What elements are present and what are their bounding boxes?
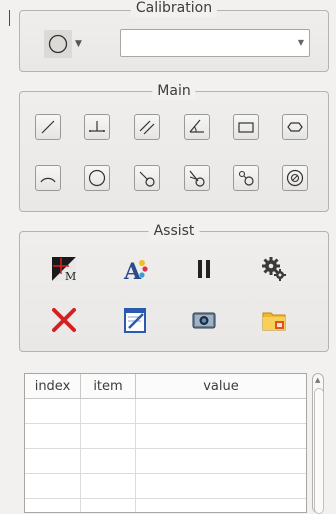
rectangle-tool[interactable] — [233, 114, 259, 140]
parallel-tool[interactable] — [134, 114, 160, 140]
delete-tool[interactable] — [49, 305, 79, 335]
assist-title: Assist — [148, 222, 200, 240]
hexagon-tool[interactable] — [282, 114, 308, 140]
cell-item[interactable] — [81, 399, 136, 423]
svg-text:M: M — [65, 270, 76, 283]
main-title: Main — [152, 82, 196, 100]
settings-tool[interactable] — [259, 254, 289, 284]
table-scrollbar[interactable]: ▲ — [312, 373, 324, 514]
calibration-title: Calibration — [130, 0, 218, 17]
rectangle-icon — [238, 122, 254, 133]
arc-tool[interactable] — [35, 165, 61, 191]
pause-tool[interactable] — [189, 254, 219, 284]
marker-m-icon: M — [52, 257, 76, 283]
table-row[interactable] — [25, 424, 306, 449]
edit-tool[interactable] — [120, 305, 150, 335]
parallel-lines-icon — [139, 120, 155, 135]
column-header-index[interactable]: index — [25, 374, 81, 398]
camera-icon — [192, 312, 216, 329]
notepad-edit-icon — [124, 308, 146, 333]
hexagon-icon — [287, 122, 303, 132]
scrollbar-thumb[interactable] — [314, 388, 324, 514]
circle-icon — [48, 34, 68, 54]
cell-item[interactable] — [81, 424, 136, 448]
cell-value[interactable] — [136, 499, 306, 512]
table-row[interactable] — [25, 449, 306, 474]
cell-value[interactable] — [136, 449, 306, 473]
circle-icon — [88, 169, 106, 187]
cell-index[interactable] — [25, 449, 81, 473]
assist-group: Assist M A — [19, 222, 329, 352]
two-circles-icon — [238, 170, 254, 186]
cell-value[interactable] — [136, 424, 306, 448]
red-x-icon — [52, 308, 76, 332]
chevron-down-icon: ▼ — [75, 39, 82, 49]
calibration-group: Calibration ▼ ▼ — [19, 0, 329, 72]
column-header-item[interactable]: item — [81, 374, 136, 398]
arc-icon — [40, 177, 56, 183]
gears-icon — [262, 257, 286, 281]
calibration-combobox[interactable]: ▼ — [120, 29, 310, 57]
line-tool[interactable] — [35, 114, 61, 140]
angle-circle-tool[interactable] — [184, 165, 210, 191]
angle-tool[interactable] — [184, 114, 210, 140]
table-row[interactable] — [25, 474, 306, 499]
cell-item[interactable] — [81, 499, 136, 512]
cell-item[interactable] — [81, 449, 136, 473]
cell-index[interactable] — [25, 499, 81, 512]
table-row[interactable] — [25, 399, 306, 424]
scroll-up-arrow-icon[interactable]: ▲ — [315, 376, 320, 384]
chevron-down-icon: ▼ — [297, 38, 304, 47]
angle-icon — [189, 119, 204, 133]
folder-icon — [262, 312, 286, 331]
text-format-tool[interactable]: A — [120, 254, 150, 284]
table-header: index item value — [25, 374, 306, 399]
cell-index[interactable] — [25, 399, 81, 423]
perpendicular-tool[interactable] — [84, 114, 110, 140]
cell-index[interactable] — [25, 424, 81, 448]
cell-index[interactable] — [25, 474, 81, 498]
line-circle-icon — [139, 171, 155, 187]
cell-value[interactable] — [136, 399, 306, 423]
table-row[interactable] — [25, 499, 306, 512]
snapshot-tool[interactable] — [189, 305, 219, 335]
perpendicular-icon — [89, 121, 105, 132]
text-cursor — [9, 10, 10, 26]
circle-to-circle-tool[interactable] — [233, 165, 259, 191]
concentric-circle-tool[interactable] — [282, 165, 308, 191]
column-header-value[interactable]: value — [136, 374, 306, 398]
circle-tool[interactable] — [84, 165, 110, 191]
line-to-circle-tool[interactable] — [134, 165, 160, 191]
calibration-shape-button[interactable]: ▼ — [44, 29, 92, 59]
angle-circle-icon — [189, 170, 205, 187]
main-group: Main — [19, 82, 329, 212]
line-icon — [41, 120, 55, 134]
pause-icon — [198, 260, 210, 278]
text-style-icon: A — [123, 259, 148, 283]
concentric-circles-icon — [286, 169, 304, 187]
cell-item[interactable] — [81, 474, 136, 498]
open-folder-tool[interactable] — [259, 305, 289, 335]
marker-tool[interactable]: M — [49, 254, 79, 284]
cell-value[interactable] — [136, 474, 306, 498]
data-table[interactable]: index item value — [24, 373, 307, 513]
